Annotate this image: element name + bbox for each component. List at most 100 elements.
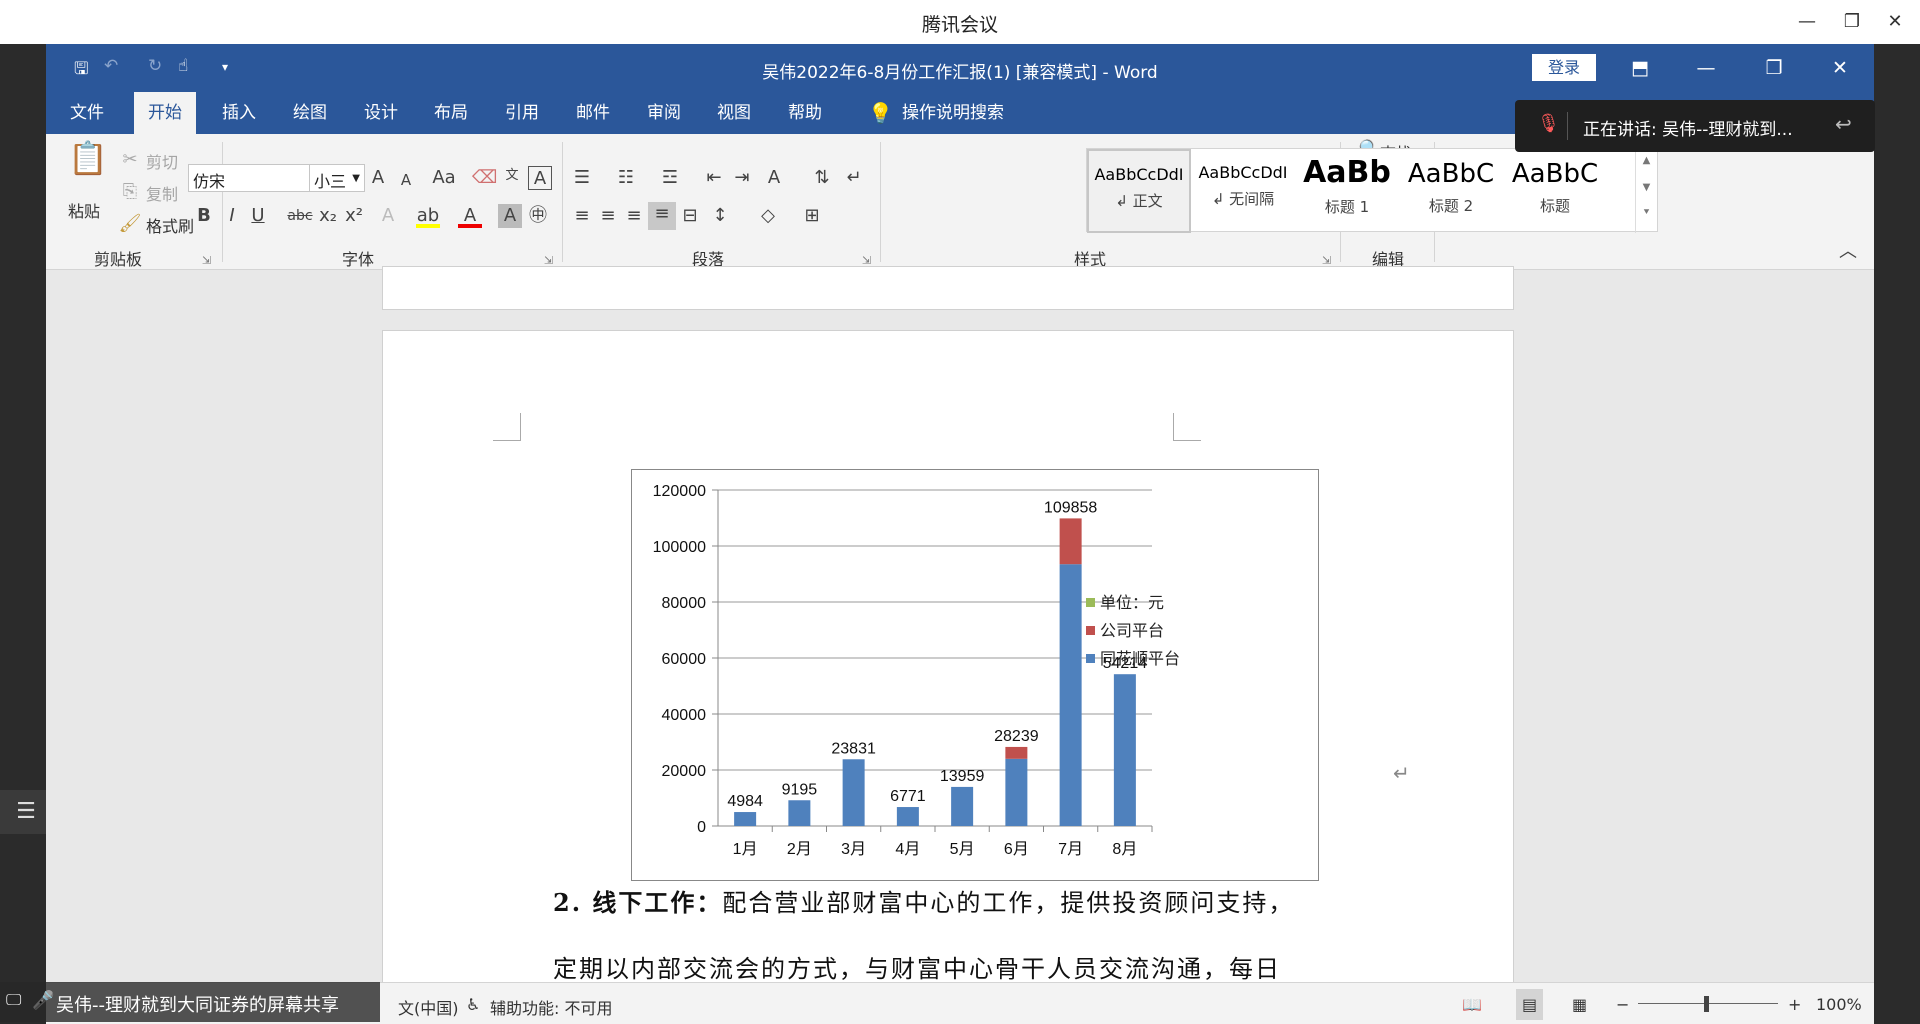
chart[interactable]: 0 20000 40000 60000 80000 100000 120000 1月 4984 2… (631, 469, 1319, 881)
word-minimize-icon[interactable]: — (1686, 54, 1726, 82)
justify-icon[interactable]: ≡ (648, 202, 676, 230)
data-label: 28239 (994, 728, 1039, 745)
cut-button[interactable]: 剪切 (146, 149, 178, 173)
tab-design[interactable]: 设计 (358, 92, 404, 134)
language-status[interactable]: 文(中国) (398, 995, 459, 1019)
shrink-font-icon[interactable]: A (394, 168, 418, 192)
tab-references[interactable]: 引用 (499, 92, 545, 134)
paste-button[interactable]: 粘贴 (68, 198, 100, 222)
style-normal[interactable]: AaBbCcDdI ↲ 正文 (1087, 149, 1191, 233)
chinese-layout-icon[interactable]: A (762, 166, 786, 190)
accessibility-icon[interactable]: ♿ (466, 995, 480, 1014)
show-marks-icon[interactable]: ↵ (842, 166, 866, 190)
cut-icon[interactable]: ✂ (118, 148, 142, 172)
legend-label: 同花顺平台 (1100, 649, 1180, 668)
strikethrough-icon[interactable]: abc (286, 204, 314, 228)
style-sample: AaBbCcDdI (1094, 165, 1184, 184)
zoom-slider-thumb[interactable] (1704, 996, 1709, 1012)
align-left-icon[interactable]: ≡ (570, 204, 594, 228)
align-center-icon[interactable]: ≡ (596, 204, 620, 228)
share-caption-text: 吴伟--理财就到大同证券的屏幕共享 (56, 995, 339, 1016)
borders-icon[interactable]: ⊞ (800, 204, 824, 228)
paste-icon[interactable]: 📋 (68, 142, 108, 186)
clear-format-icon[interactable]: ⌫ (472, 166, 497, 190)
read-mode-icon[interactable]: 📖 (1462, 995, 1482, 1014)
separator (222, 142, 223, 262)
tab-insert[interactable]: 插入 (216, 92, 262, 134)
style-title[interactable]: AaBbC 标题 (1503, 149, 1607, 233)
minimize-icon[interactable]: — (1792, 8, 1822, 36)
distributed-icon[interactable]: ⊟ (678, 204, 702, 228)
decrease-indent-icon[interactable]: ⇤ (702, 166, 726, 190)
web-layout-icon[interactable]: ▦ (1572, 995, 1587, 1014)
tab-home[interactable]: 开始 (134, 92, 196, 134)
tab-view[interactable]: 视图 (711, 92, 757, 134)
italic-icon[interactable]: I (220, 204, 244, 228)
y-tick-label: 40000 (662, 707, 707, 724)
clipboard-launcher-icon[interactable]: ⇲ (202, 254, 211, 267)
tab-layout[interactable]: 布局 (428, 92, 474, 134)
chevron-down-icon[interactable]: ▼ (1636, 182, 1657, 193)
restore-icon[interactable]: ❐ (1837, 8, 1867, 36)
font-size-box[interactable]: 小三 ▼ (309, 164, 365, 192)
style-heading-2[interactable]: AaBbC 标题 2 (1399, 149, 1503, 233)
print-layout-icon[interactable]: ▤ (1516, 989, 1544, 1020)
gallery-scroll[interactable]: ▲ ▼ ⯆ (1635, 149, 1657, 233)
enclose-char-icon[interactable]: ㊥ (526, 204, 550, 228)
sort-icon[interactable]: ⇅ (810, 166, 834, 190)
format-painter-icon[interactable]: 🖌 (118, 212, 142, 236)
tab-help[interactable]: 帮助 (782, 92, 828, 134)
bullets-icon[interactable]: ☰ (570, 166, 594, 190)
increase-indent-icon[interactable]: ⇥ (730, 166, 754, 190)
zoom-level[interactable]: 100% (1816, 995, 1862, 1014)
highlight-icon[interactable]: ab (416, 204, 440, 228)
tell-me-search[interactable]: 操作说明搜索 (896, 92, 1010, 134)
shading-icon[interactable]: ◇ (756, 204, 780, 228)
word-restore-icon[interactable]: ❐ (1754, 54, 1794, 82)
document-page[interactable]: ↵ 0 20000 40000 60000 80000 100000 120000 1月 498… (382, 330, 1514, 1024)
body-paragraph-1[interactable]: 2. 线下工作：配合营业部财富中心的工作，提供投资顾问支持， (553, 883, 1294, 918)
zoom-in-icon[interactable]: + (1788, 995, 1801, 1014)
format-painter-button[interactable]: 格式刷 (146, 213, 194, 237)
ribbon-display-icon[interactable]: ⬒ (1620, 54, 1660, 82)
font-color-icon[interactable]: A (458, 204, 482, 228)
change-case-icon[interactable]: Aa (428, 166, 460, 190)
chevron-up-icon[interactable]: ▲ (1636, 155, 1657, 166)
collapse-ribbon-icon[interactable]: ︿ (1836, 240, 1860, 264)
document-canvas[interactable]: ↵ 0 20000 40000 60000 80000 100000 120000 1月 498… (46, 266, 1874, 1024)
tab-review[interactable]: 审阅 (641, 92, 687, 134)
superscript-icon[interactable]: x² (342, 204, 366, 228)
reply-icon[interactable]: ↩ (1835, 112, 1852, 136)
char-shading-icon[interactable]: A (498, 204, 522, 228)
style-no-spacing[interactable]: AaBbCcDdI ↲ 无间隔 (1191, 149, 1295, 233)
font-name-box[interactable]: 仿宋 ▼ (188, 164, 324, 192)
copy-icon[interactable]: ⎘ (118, 180, 142, 204)
word-close-icon[interactable]: ✕ (1820, 54, 1860, 82)
text-effects-icon[interactable]: A (376, 204, 400, 228)
copy-button[interactable]: 复制 (146, 181, 178, 205)
numbering-icon[interactable]: ☷ (614, 166, 638, 190)
underline-icon[interactable]: U (246, 204, 270, 228)
phonetic-guide-icon[interactable]: 文 (500, 164, 524, 188)
grow-font-icon[interactable]: A (366, 166, 390, 190)
bold-icon[interactable]: B (192, 204, 216, 228)
tab-file[interactable]: 文件 (64, 92, 110, 134)
login-button[interactable]: 登录 (1532, 54, 1596, 81)
align-right-icon[interactable]: ≡ (622, 204, 646, 228)
close-icon[interactable]: ✕ (1880, 8, 1910, 36)
char-border-icon[interactable]: A (528, 166, 552, 190)
x-tick-label: 4月 (895, 841, 920, 858)
share-caption: 🖵 🎤 吴伟--理财就到大同证券的屏幕共享 (0, 982, 380, 1022)
accessibility-status[interactable]: 辅助功能: 不可用 (490, 995, 612, 1019)
tab-draw[interactable]: 绘图 (287, 92, 333, 134)
tab-mailings[interactable]: 邮件 (570, 92, 616, 134)
body-paragraph-2[interactable]: 定期以内部交流会的方式，与财富中心骨干人员交流沟通，每日 (553, 949, 1281, 984)
subscript-icon[interactable]: x₂ (316, 204, 340, 228)
list-menu-icon[interactable]: ☰ (0, 790, 52, 834)
more-icon[interactable]: ⯆ (1636, 207, 1657, 218)
style-heading-1[interactable]: AaBb 标题 1 (1295, 149, 1399, 233)
zoom-out-icon[interactable]: − (1616, 995, 1629, 1014)
previous-page (382, 266, 1514, 310)
line-spacing-icon[interactable]: ↕ (708, 204, 732, 228)
multilevel-list-icon[interactable]: ☲ (658, 166, 682, 190)
